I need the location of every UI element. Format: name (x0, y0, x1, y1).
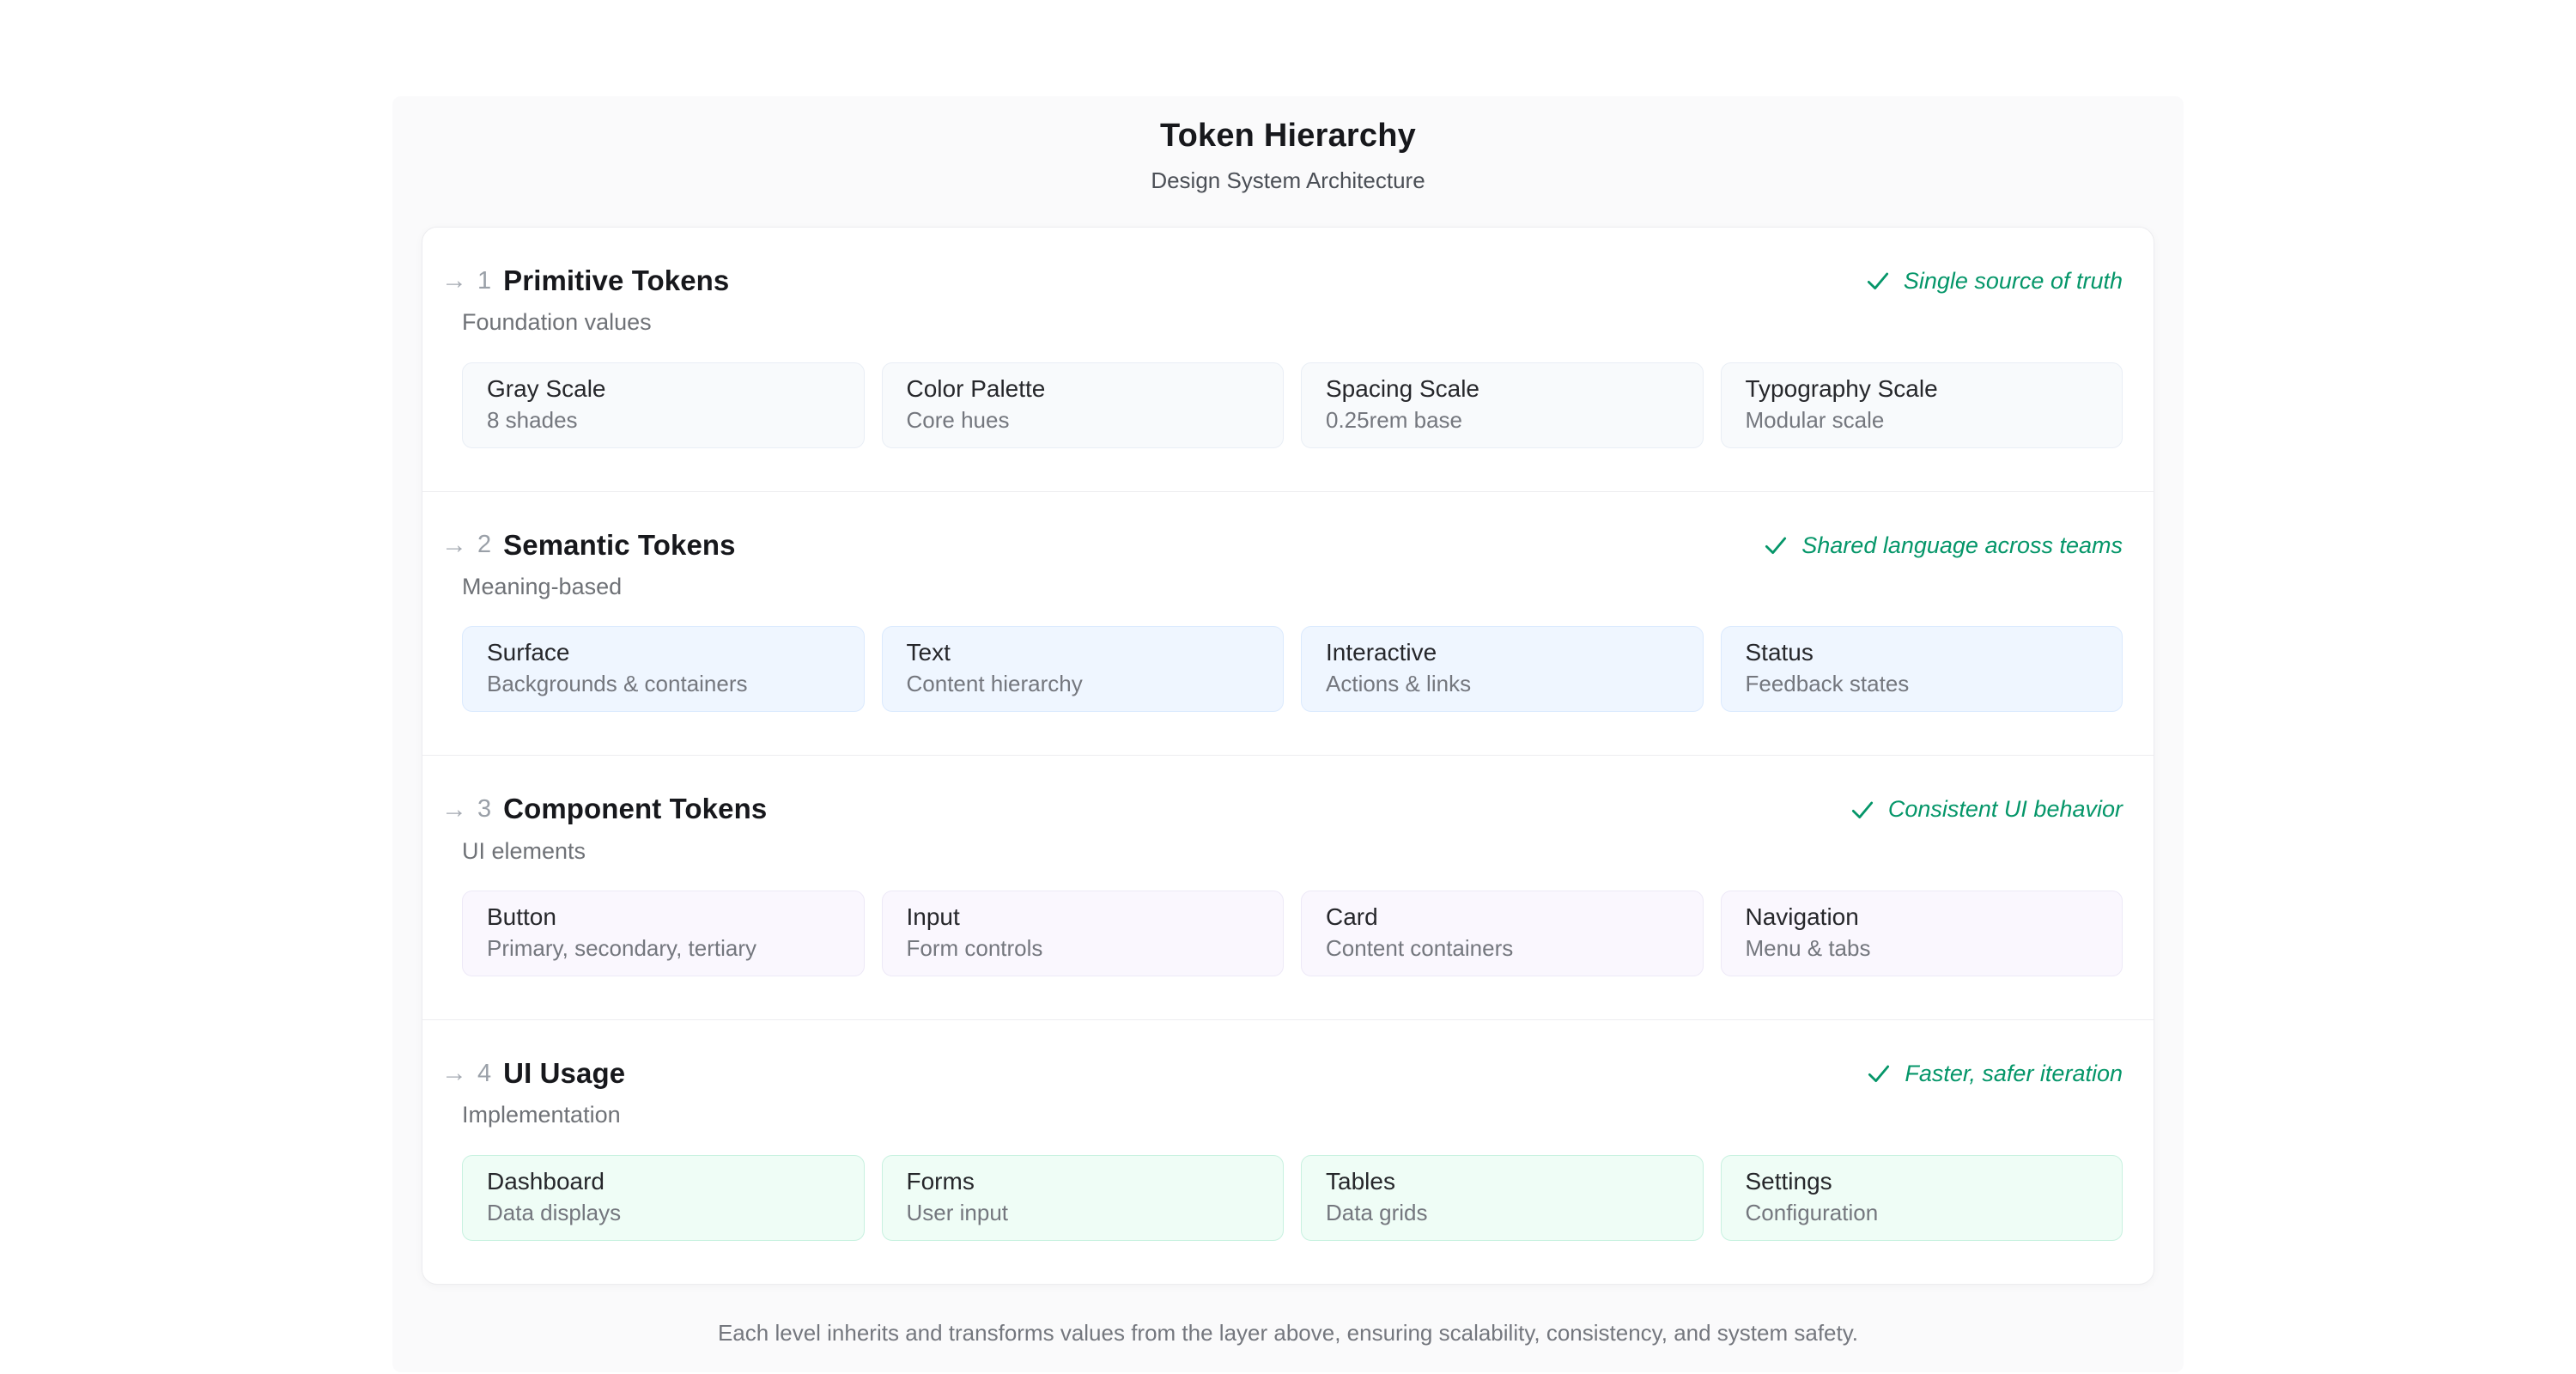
token-card-subtitle: Content hierarchy (907, 670, 1260, 698)
page-subtitle: Design System Architecture (422, 167, 2154, 194)
level-title: Primitive Tokens (503, 265, 729, 296)
level-number: 1 (477, 269, 491, 294)
level-benefit: Faster, safer iteration (1865, 1060, 2123, 1087)
token-card-subtitle: Data grids (1326, 1199, 1679, 1227)
hierarchy-board: → 1 Primitive Tokens Single source of tr… (422, 227, 2154, 1285)
level-benefit: Consistent UI behavior (1849, 795, 2123, 823)
arrow-right-icon: → (441, 532, 467, 558)
level-header: → 4 UI Usage Faster, safer iteration (441, 1058, 2123, 1089)
token-card: Dashboard Data displays (462, 1155, 865, 1241)
level-subtitle: Implementation (462, 1101, 2123, 1128)
token-card-title: Input (907, 903, 1260, 932)
token-hierarchy-panel: Token Hierarchy Design System Architectu… (392, 96, 2184, 1372)
check-icon (1864, 267, 1892, 295)
token-card: Button Primary, secondary, tertiary (462, 891, 865, 976)
token-card-subtitle: 8 shades (487, 406, 840, 435)
token-card: Card Content containers (1301, 891, 1704, 976)
check-icon (1849, 796, 1876, 824)
token-card-subtitle: Actions & links (1326, 670, 1679, 698)
token-card-title: Gray Scale (487, 374, 840, 404)
level-cards: Surface Backgrounds & containers Text Co… (462, 626, 2123, 712)
level-subtitle: Foundation values (462, 308, 2123, 336)
inheritance-note: Each level inherits and transforms value… (422, 1319, 2154, 1347)
arrow-right-icon: → (441, 797, 467, 823)
token-card-title: Text (907, 638, 1260, 667)
level-header: → 2 Semantic Tokens Shared language acro… (441, 530, 2123, 561)
token-card: Interactive Actions & links (1301, 626, 1704, 712)
token-card-title: Interactive (1326, 638, 1679, 667)
benefit-text: Shared language across teams (1801, 532, 2123, 559)
level-title: Semantic Tokens (503, 530, 735, 561)
token-card: Surface Backgrounds & containers (462, 626, 865, 712)
level-cards: Gray Scale 8 shades Color Palette Core h… (462, 362, 2123, 448)
check-icon (1865, 1060, 1893, 1087)
token-card: Spacing Scale 0.25rem base (1301, 362, 1704, 448)
level-number: 3 (477, 797, 491, 822)
token-card-title: Forms (907, 1167, 1260, 1196)
token-card: Settings Configuration (1721, 1155, 2123, 1241)
level-cards: Button Primary, secondary, tertiary Inpu… (462, 891, 2123, 976)
token-card-title: Button (487, 903, 840, 932)
level-benefit: Shared language across teams (1762, 532, 2123, 559)
check-icon (1762, 532, 1789, 559)
token-card-subtitle: Content containers (1326, 934, 1679, 963)
level-title: UI Usage (503, 1058, 625, 1089)
level-row: → 2 Semantic Tokens Shared language acro… (422, 491, 2154, 756)
token-card: Navigation Menu & tabs (1721, 891, 2123, 976)
arrow-right-icon: → (441, 1061, 467, 1086)
level-row: → 4 UI Usage Faster, safer iteration Imp… (422, 1019, 2154, 1284)
token-card-subtitle: Feedback states (1746, 670, 2099, 698)
token-card-title: Navigation (1746, 903, 2099, 932)
token-card: Status Feedback states (1721, 626, 2123, 712)
token-card: Forms User input (882, 1155, 1285, 1241)
token-card-subtitle: Configuration (1746, 1199, 2099, 1227)
token-card-title: Surface (487, 638, 840, 667)
level-header: → 1 Primitive Tokens Single source of tr… (441, 265, 2123, 296)
token-card-subtitle: Menu & tabs (1746, 934, 2099, 963)
level-title: Component Tokens (503, 793, 767, 824)
token-card-subtitle: Core hues (907, 406, 1260, 435)
level-cards: Dashboard Data displays Forms User input… (462, 1155, 2123, 1241)
token-card-subtitle: User input (907, 1199, 1260, 1227)
level-number: 2 (477, 532, 491, 557)
token-card-title: Status (1746, 638, 2099, 667)
page-title: Token Hierarchy (422, 115, 2154, 156)
level-subtitle: UI elements (462, 837, 2123, 865)
token-card-subtitle: Modular scale (1746, 406, 2099, 435)
token-card-subtitle: Form controls (907, 934, 1260, 963)
arrow-right-icon: → (441, 268, 467, 294)
token-card-title: Typography Scale (1746, 374, 2099, 404)
level-header: → 3 Component Tokens Consistent UI behav… (441, 793, 2123, 824)
token-card-title: Color Palette (907, 374, 1260, 404)
token-card-title: Spacing Scale (1326, 374, 1679, 404)
level-benefit: Single source of truth (1864, 267, 2123, 295)
token-card-subtitle: Primary, secondary, tertiary (487, 934, 840, 963)
benefit-text: Single source of truth (1904, 267, 2123, 295)
token-card-title: Tables (1326, 1167, 1679, 1196)
token-card-title: Dashboard (487, 1167, 840, 1196)
token-card-subtitle: Data displays (487, 1199, 840, 1227)
token-card-subtitle: 0.25rem base (1326, 406, 1679, 435)
benefit-text: Faster, safer iteration (1905, 1060, 2123, 1087)
level-row: → 1 Primitive Tokens Single source of tr… (422, 228, 2154, 491)
benefit-text: Consistent UI behavior (1888, 795, 2123, 823)
token-card-subtitle: Backgrounds & containers (487, 670, 840, 698)
token-card-title: Card (1326, 903, 1679, 932)
token-card: Color Palette Core hues (882, 362, 1285, 448)
token-card: Tables Data grids (1301, 1155, 1704, 1241)
level-subtitle: Meaning-based (462, 573, 2123, 600)
token-card: Input Form controls (882, 891, 1285, 976)
token-card: Text Content hierarchy (882, 626, 1285, 712)
token-card: Typography Scale Modular scale (1721, 362, 2123, 448)
token-card: Gray Scale 8 shades (462, 362, 865, 448)
token-card-title: Settings (1746, 1167, 2099, 1196)
level-number: 4 (477, 1061, 491, 1086)
level-row: → 3 Component Tokens Consistent UI behav… (422, 755, 2154, 1019)
